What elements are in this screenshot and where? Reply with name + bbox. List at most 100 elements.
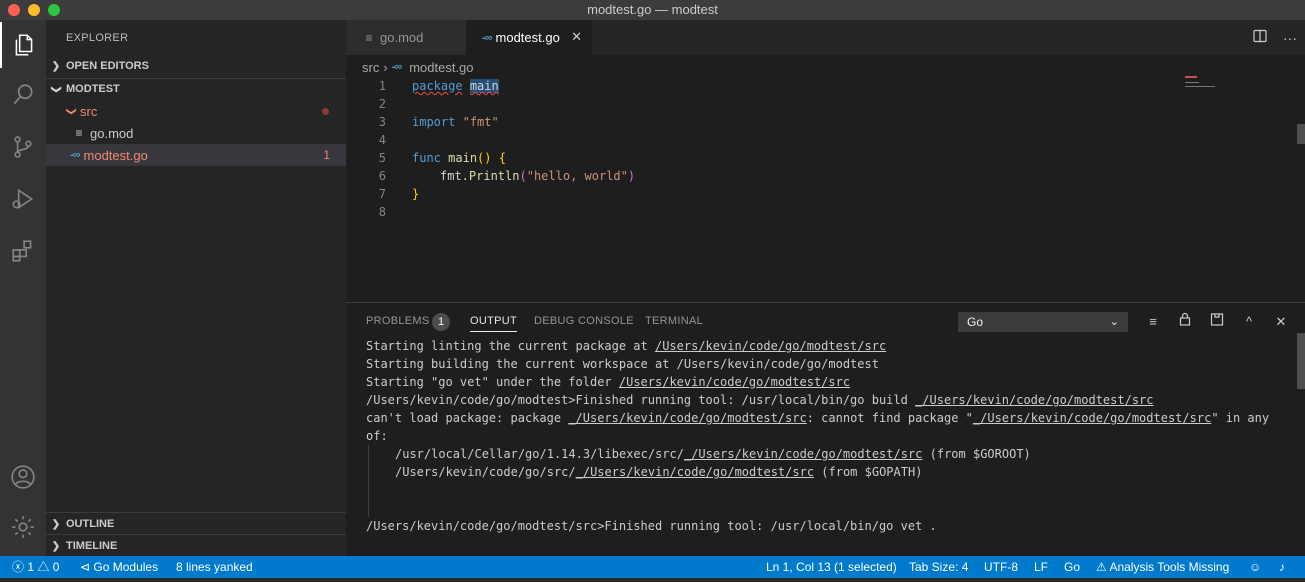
output-line: can't load package: package _/Users/kevi… [366, 411, 1270, 425]
window-title: modtest.go — modtest [587, 2, 718, 17]
problems-badge: 1 [432, 313, 450, 331]
encoding[interactable]: UTF-8 [984, 556, 1018, 578]
workspace-section[interactable]: ❯ MODTEST [46, 78, 346, 100]
line-number: 3 [378, 115, 386, 129]
modified-dot-icon [322, 107, 329, 115]
chevron-right-icon: ❯ [51, 540, 61, 552]
more-actions-icon[interactable]: ··· [1275, 30, 1305, 46]
tab-modtest-go[interactable]: -∞ modtest.go ✕ [466, 20, 592, 55]
go-file-icon: -∞ [482, 31, 492, 44]
run-debug-icon[interactable] [0, 176, 46, 222]
breadcrumb-separator: › [383, 59, 388, 75]
clear-output-icon[interactable]: ≡ [1143, 312, 1163, 332]
problem-count: 1 [323, 148, 330, 162]
minimap[interactable] [1185, 76, 1295, 96]
warning-icon: ⚠ [1096, 560, 1107, 574]
tab-problems[interactable]: PROBLEMS [366, 315, 430, 327]
split-editor-icon[interactable] [1245, 29, 1275, 46]
source-control-icon[interactable] [0, 124, 46, 170]
extensions-icon[interactable] [0, 228, 46, 274]
explorer-icon[interactable] [0, 22, 46, 68]
line-number: 2 [378, 97, 386, 111]
warning-count: 0 [52, 560, 60, 574]
code-line-1: package main [412, 79, 499, 93]
tab-output[interactable]: OUTPUT [470, 315, 518, 332]
error-icon: ⓧ [12, 560, 25, 574]
output-channel-select[interactable]: Go ⌄ [958, 312, 1128, 332]
section-label: OUTLINE [66, 518, 115, 530]
section-label: MODTEST [66, 83, 120, 95]
problems-status[interactable]: ⓧ 1 △ 0 [12, 556, 59, 578]
open-editors-section[interactable]: ❯ OPEN EDITORS [46, 55, 346, 77]
status-bar: ⓧ 1 △ 0 ⊲ Go Modules 8 lines yanked Ln 1… [0, 556, 1305, 578]
go-modules-label: Go Modules [93, 560, 159, 574]
line-number: 6 [378, 169, 386, 183]
file-label: modtest.go [83, 147, 148, 163]
warning-icon: △ [37, 560, 50, 574]
lock-scroll-icon[interactable] [1175, 312, 1195, 332]
select-value: Go [967, 315, 984, 329]
outline-section[interactable]: ❯ OUTLINE [46, 513, 346, 535]
close-tab-icon[interactable]: ✕ [571, 29, 582, 45]
analysis-tools-status[interactable]: ⚠ Analysis Tools Missing [1096, 556, 1229, 578]
tab-debug-console[interactable]: DEBUG CONSOLE [534, 315, 634, 327]
feedback-icon[interactable]: ☺ [1249, 556, 1261, 578]
file-modtest-go[interactable]: -∞ modtest.go 1 [46, 144, 346, 166]
go-icon: ⊲ [80, 560, 91, 574]
timeline-section[interactable]: ❯ TIMELINE [46, 535, 346, 557]
code-editor[interactable]: 1 2 3 4 5 6 7 8 package main import "fmt… [346, 76, 1305, 302]
end-of-line[interactable]: LF [1034, 556, 1048, 578]
error-count: 1 [27, 560, 35, 574]
tab-go-mod[interactable]: ≡ go.mod [346, 20, 466, 55]
line-number: 1 [378, 79, 386, 93]
breadcrumb-folder[interactable]: src [362, 60, 379, 75]
tab-label: modtest.go [495, 30, 560, 45]
maximize-panel-icon[interactable]: ^ [1239, 312, 1259, 332]
output-line: /Users/kevin/code/go/modtest/src>Finishe… [366, 519, 937, 533]
tab-terminal[interactable]: TERMINAL [645, 315, 703, 327]
account-icon[interactable] [0, 454, 46, 500]
indent-guide [368, 445, 369, 517]
file-go-mod[interactable]: ≡ go.mod [46, 122, 346, 144]
tab-label: go.mod [380, 30, 424, 45]
explorer-sidebar: EXPLORER ❯ OPEN EDITORS ❯ MODTEST ❯ src … [46, 20, 346, 556]
close-panel-icon[interactable]: ✕ [1271, 312, 1291, 332]
notifications-icon[interactable]: ♪ [1279, 556, 1285, 578]
output-line: /Users/kevin/code/go/src/_/Users/kevin/c… [395, 465, 923, 479]
line-number: 8 [378, 205, 386, 219]
activity-bar [0, 20, 46, 556]
editor-scrollbar[interactable] [1297, 124, 1305, 144]
folder-label: src [80, 103, 98, 119]
analysis-label: Analysis Tools Missing [1109, 560, 1230, 574]
bottom-panel: PROBLEMS 1 OUTPUT DEBUG CONSOLE TERMINAL… [346, 302, 1305, 556]
file-label: go.mod [90, 125, 134, 141]
line-number: 5 [378, 151, 386, 165]
chevron-down-icon: ⌄ [1109, 316, 1119, 328]
vim-status: 8 lines yanked [176, 560, 253, 574]
sidebar-title: EXPLORER [66, 32, 129, 44]
go-modules-status[interactable]: ⊲ Go Modules [80, 556, 158, 578]
folder-src[interactable]: ❯ src [46, 100, 346, 122]
output-line: Starting building the current workspace … [366, 357, 879, 371]
panel-scrollbar[interactable] [1297, 333, 1305, 389]
code-line-5: func main() { [412, 151, 506, 165]
settings-gear-icon[interactable] [0, 504, 46, 550]
cursor-position[interactable]: Ln 1, Col 13 (1 selected) [766, 556, 897, 578]
open-log-icon[interactable] [1207, 312, 1227, 332]
code-line-6: fmt.Println("hello, world") [440, 169, 636, 183]
window-bottom-edge [0, 578, 1305, 582]
breadcrumb-file[interactable]: modtest.go [409, 60, 473, 75]
editor-tabs: ≡ go.mod -∞ modtest.go ✕ ··· [346, 20, 1305, 55]
tab-size[interactable]: Tab Size: 4 [909, 556, 968, 578]
list-file-icon: ≡ [75, 126, 83, 140]
line-number: 7 [378, 187, 386, 201]
output-line: of: [366, 429, 388, 443]
breadcrumb: src › -∞ modtest.go [362, 58, 474, 76]
search-icon[interactable] [0, 72, 46, 118]
chevron-right-icon: ❯ [51, 60, 61, 72]
language-mode[interactable]: Go [1064, 556, 1080, 578]
go-file-icon: -∞ [70, 149, 80, 161]
section-label: OPEN EDITORS [66, 60, 149, 72]
section-label: TIMELINE [66, 540, 118, 552]
tab-actions: ··· [1245, 20, 1305, 55]
